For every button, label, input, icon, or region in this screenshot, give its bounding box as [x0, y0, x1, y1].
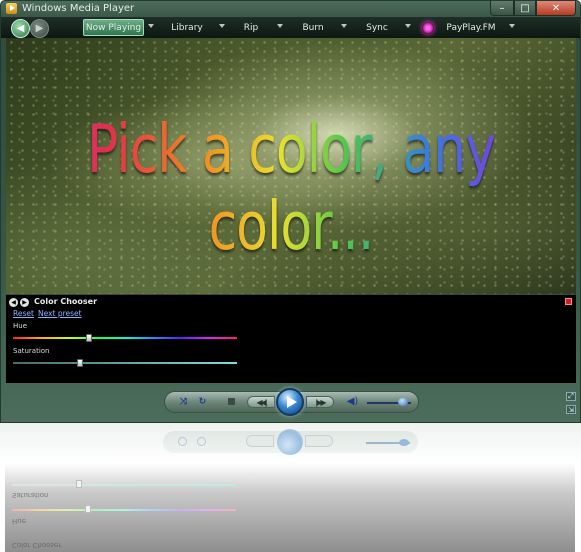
online-store-icon[interactable]: [422, 22, 434, 34]
next-icon[interactable]: |▶▶: [306, 396, 334, 408]
close-button[interactable]: ✕: [536, 1, 576, 16]
minimize-button[interactable]: –: [490, 1, 514, 16]
back-arrow-icon[interactable]: ◀: [11, 19, 30, 38]
forward-arrow-icon[interactable]: ▶: [30, 19, 49, 38]
reflection-hue-track: [12, 509, 236, 511]
next-enhancement-icon[interactable]: ▶: [20, 298, 29, 307]
shuffle-icon[interactable]: ⤨: [178, 396, 189, 407]
reflection-repeat-icon: [197, 437, 206, 446]
play-icon[interactable]: [276, 388, 304, 416]
sync-dropdown-icon[interactable]: [405, 24, 411, 28]
previous-icon[interactable]: ◀◀|: [247, 396, 275, 408]
hue-slider-track[interactable]: [13, 337, 237, 339]
library-dropdown-icon[interactable]: [219, 24, 225, 28]
reflection-hue-label: Hue: [12, 517, 27, 525]
reflection-shuffle-icon: [178, 437, 187, 446]
panel-close-icon[interactable]: [565, 298, 572, 305]
window-buttons: – □ ✕: [490, 1, 576, 16]
next-preset-link[interactable]: Next preset: [38, 309, 82, 318]
reflection-previous-icon: [246, 435, 274, 447]
switch-to-skin-icon[interactable]: ⇲: [566, 405, 576, 414]
window-title: Windows Media Player: [22, 3, 135, 14]
repeat-icon[interactable]: ↻: [197, 396, 208, 407]
video-area[interactable]: Pick a color, any color...: [6, 38, 576, 294]
tab-burn[interactable]: Burn: [293, 19, 333, 36]
reset-link[interactable]: Reset: [13, 309, 34, 318]
tab-rip[interactable]: Rip: [233, 19, 269, 36]
color-chooser-panel: ◀ ▶ Color Chooser Reset Next preset Hue …: [6, 294, 576, 383]
playback-controls: ⤨ ↻ ◀◀| |▶▶ ◀) ⤢ ⇲: [1, 382, 580, 422]
hue-label: Hue: [13, 322, 28, 330]
panel-title: Color Chooser: [34, 297, 98, 306]
maximize-button[interactable]: □: [514, 1, 536, 16]
burn-dropdown-icon[interactable]: [341, 24, 347, 28]
full-screen-icon[interactable]: ⤢: [566, 392, 576, 401]
tab-payplay-fm[interactable]: PayPlay.FM: [444, 19, 498, 36]
window-reflection: Saturation Hue Color Chooser: [0, 423, 581, 552]
reflection-volume-thumb: [399, 439, 409, 446]
speaker-icon[interactable]: ◀): [347, 396, 359, 407]
payplay-dropdown-icon[interactable]: [509, 24, 515, 28]
reflection-panel: Saturation Hue Color Chooser: [5, 463, 575, 552]
saturation-slider-thumb[interactable]: [77, 359, 84, 367]
stop-icon[interactable]: [228, 398, 235, 405]
saturation-slider-track[interactable]: [13, 362, 237, 364]
reflection-saturation-label: Saturation: [12, 491, 49, 499]
reflection-saturation-thumb: [76, 480, 83, 488]
reflection-next-icon: [305, 435, 333, 447]
reflection-panel-title: Color Chooser: [12, 541, 62, 549]
now-playing-dropdown-icon[interactable]: [148, 24, 154, 28]
wmp-window: Windows Media Player – □ ✕ ◀ ▶ Now Playi…: [0, 0, 581, 423]
media-player-icon: [6, 3, 17, 14]
hue-slider-thumb[interactable]: [86, 334, 93, 342]
rip-dropdown-icon[interactable]: [277, 24, 283, 28]
previous-enhancement-icon[interactable]: ◀: [9, 298, 18, 307]
reflection-hue-thumb: [85, 505, 92, 513]
video-overlay-text: Pick a color, any color...: [6, 112, 576, 266]
tab-sync[interactable]: Sync: [357, 19, 397, 36]
tab-library[interactable]: Library: [163, 19, 211, 36]
saturation-label: Saturation: [13, 347, 50, 355]
reflection-play-icon: [277, 429, 303, 455]
reflection-saturation-track: [12, 484, 236, 486]
title-bar[interactable]: Windows Media Player – □ ✕: [1, 1, 580, 17]
navigation-bar: ◀ ▶ Now Playing Library Rip Burn Sync Pa…: [1, 17, 580, 38]
tab-now-playing[interactable]: Now Playing: [83, 19, 144, 36]
